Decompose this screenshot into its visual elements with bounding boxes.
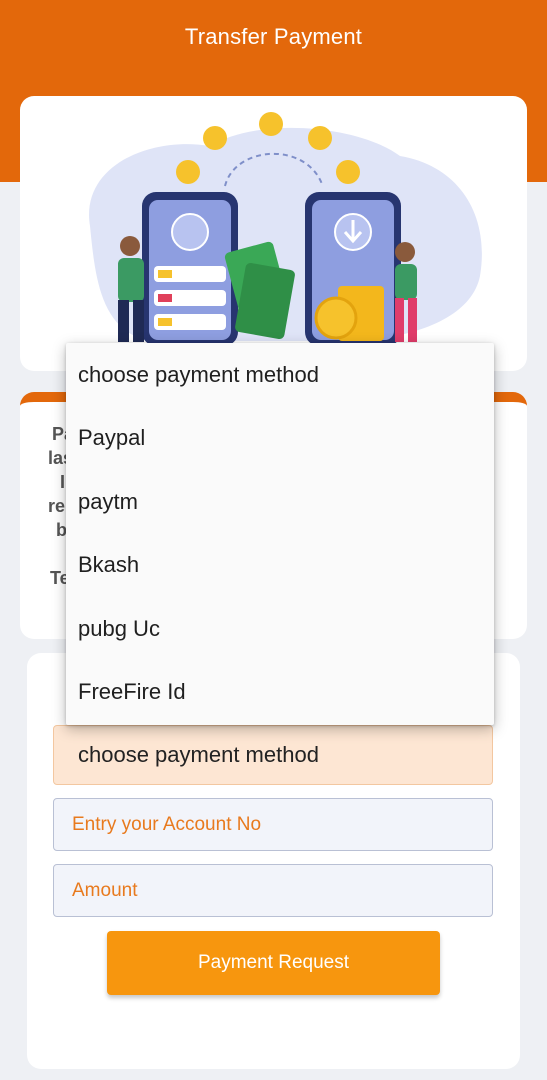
info-text-fragment: I — [60, 472, 66, 492]
account-number-input[interactable]: Entry your Account No — [53, 798, 493, 851]
dropdown-option-pubg-uc[interactable]: pubg Uc — [66, 597, 494, 661]
dropdown-option-choose[interactable]: choose payment method — [66, 343, 494, 407]
info-text-fragment: re — [48, 496, 66, 516]
page-title: Transfer Payment — [184, 24, 363, 49]
payment-transfer-illustration — [89, 112, 482, 346]
amount-input[interactable]: Amount — [53, 864, 493, 917]
dropdown-option-paytm[interactable]: paytm — [66, 470, 494, 534]
payment-method-dropdown: choose payment method Paypal paytm Bkash… — [66, 343, 494, 725]
dropdown-option-freefire-id[interactable]: FreeFire Id — [66, 661, 494, 725]
dropdown-option-paypal[interactable]: Paypal — [66, 407, 494, 471]
payment-request-button[interactable]: Payment Request — [107, 931, 440, 995]
dropdown-option-bkash[interactable]: Bkash — [66, 534, 494, 598]
payment-method-select[interactable]: choose payment method — [53, 725, 493, 785]
